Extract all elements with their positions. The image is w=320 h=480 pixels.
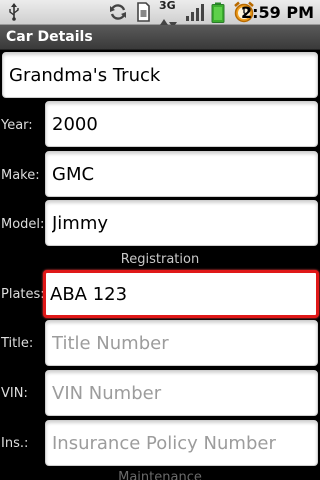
3g-icon: 3G bbox=[159, 0, 176, 12]
vin-input[interactable] bbox=[46, 371, 317, 415]
make-input[interactable] bbox=[46, 152, 317, 196]
plates-input[interactable] bbox=[46, 273, 316, 315]
vin-label: VIN: bbox=[1, 386, 28, 401]
car-name-field[interactable] bbox=[2, 52, 318, 98]
signal-icon bbox=[185, 2, 205, 26]
status-bar: 3G 2:59 PM bbox=[0, 0, 320, 28]
maintenance-header: Maintenance bbox=[118, 470, 202, 480]
insurance-field[interactable] bbox=[45, 420, 318, 466]
make-field[interactable] bbox=[45, 151, 318, 197]
insurance-label: Ins.: bbox=[1, 436, 29, 451]
usb-icon bbox=[8, 3, 20, 25]
plates-field[interactable] bbox=[43, 270, 319, 318]
year-label: Year: bbox=[1, 118, 33, 133]
car-name-input[interactable] bbox=[3, 53, 317, 97]
title-number-input[interactable] bbox=[46, 321, 317, 365]
battery-icon bbox=[211, 2, 225, 27]
status-clock: 2:59 PM bbox=[240, 3, 314, 22]
title-number-field[interactable] bbox=[45, 320, 318, 366]
year-input[interactable] bbox=[46, 102, 317, 146]
plates-label: Plates: bbox=[1, 287, 45, 302]
sync-icon bbox=[108, 2, 128, 26]
model-field[interactable] bbox=[45, 200, 318, 246]
year-field[interactable] bbox=[45, 101, 318, 147]
page-title: Car Details bbox=[6, 29, 93, 45]
registration-header: Registration bbox=[120, 252, 200, 267]
model-input[interactable] bbox=[46, 201, 317, 245]
title-bar: Car Details bbox=[0, 25, 320, 50]
model-label: Model: bbox=[1, 217, 45, 232]
vin-field[interactable] bbox=[45, 370, 318, 416]
make-label: Make: bbox=[1, 168, 40, 183]
sim-icon bbox=[135, 2, 151, 26]
insurance-input[interactable] bbox=[46, 421, 317, 465]
title-label: Title: bbox=[1, 336, 34, 351]
